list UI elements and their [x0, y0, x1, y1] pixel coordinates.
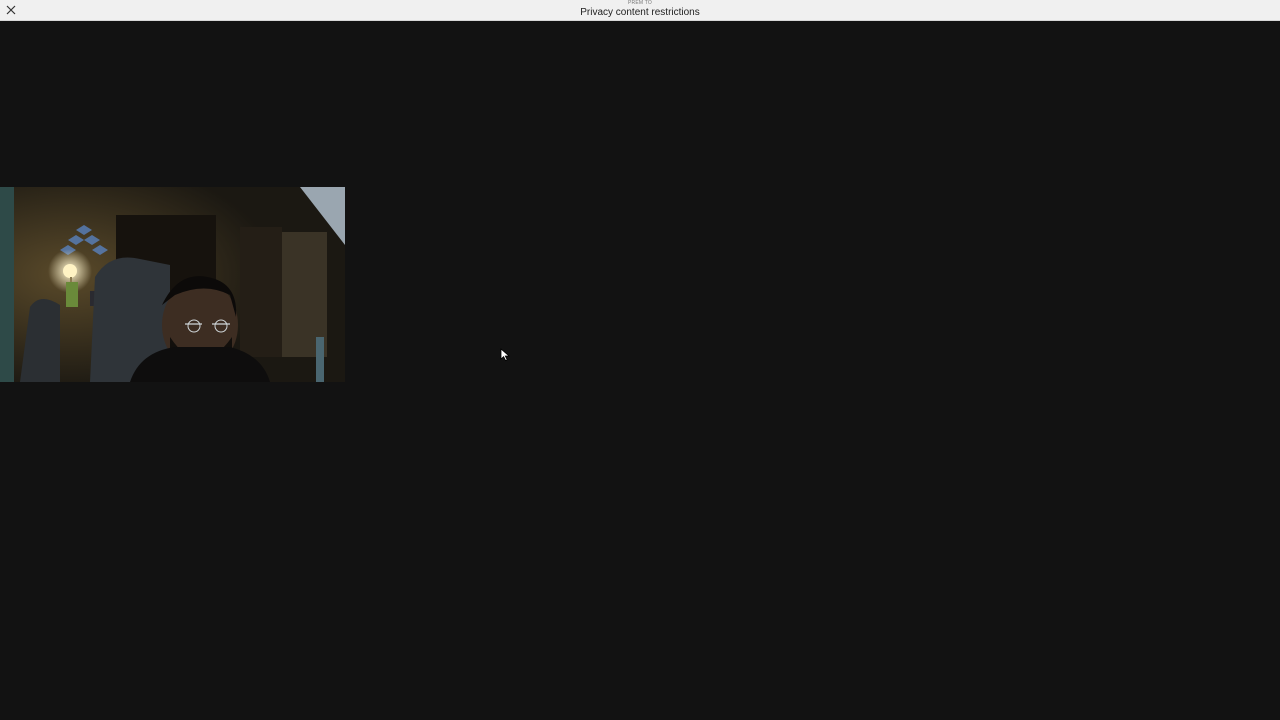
window-title: Privacy content restrictions — [580, 7, 700, 18]
mouse-pointer-icon — [500, 348, 514, 362]
video-preview[interactable] — [0, 187, 345, 382]
window-title-superscript: PREM TO — [628, 0, 652, 6]
title-bar: PREM TO Privacy content restrictions — [0, 0, 1280, 21]
video-frame — [0, 187, 345, 382]
window-title-area: PREM TO Privacy content restrictions — [0, 0, 1280, 21]
